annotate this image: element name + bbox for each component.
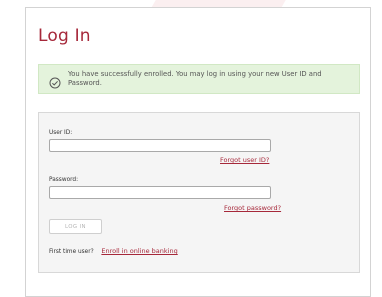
login-card: Log In You have successfully enrolled. Y… [25,7,371,297]
enroll-link[interactable]: Enroll in online banking [101,247,177,255]
alert-message: You have successfully enrolled. You may … [68,70,322,87]
login-form-panel: User ID: Forgot user ID? Password: Forgo… [38,112,360,273]
forgot-password-link[interactable]: Forgot password? [224,204,281,212]
login-button[interactable]: LOG IN [49,219,102,234]
check-circle-icon [49,74,61,89]
first-time-user-row: First time user? Enroll in online bankin… [49,247,178,255]
first-time-user-text: First time user? [49,249,94,255]
password-input[interactable] [49,186,271,199]
forgot-user-id-link[interactable]: Forgot user ID? [220,156,269,164]
user-id-input[interactable] [49,139,271,152]
page-title: Log In [38,26,91,46]
success-alert: You have successfully enrolled. You may … [38,64,360,94]
password-label: Password: [49,177,79,183]
user-id-label: User ID: [49,130,73,136]
